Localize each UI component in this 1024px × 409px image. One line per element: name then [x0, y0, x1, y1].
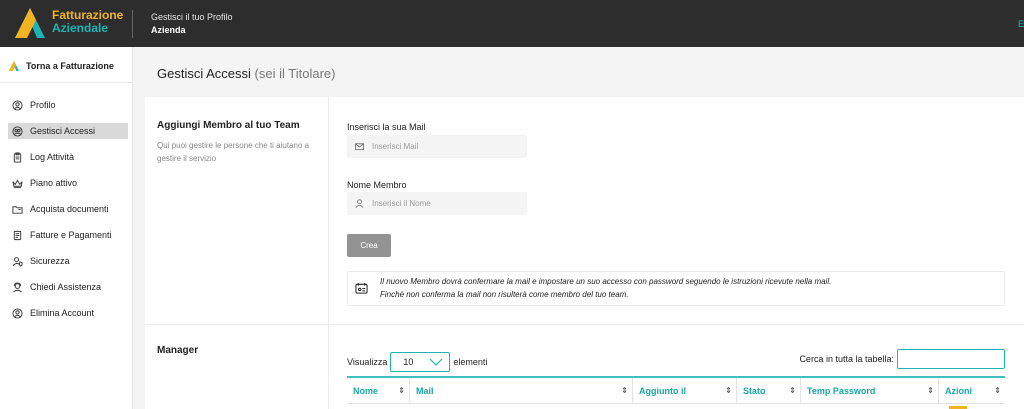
top-bar: Fatturazione Aziendale Gestisci il tuo P… — [0, 0, 1024, 47]
member-name-label: Nome Membro — [347, 180, 407, 190]
section-divider — [145, 324, 1024, 325]
column-header-temp-password[interactable]: Temp Password ⇕ — [801, 378, 939, 403]
sidebar-item-label: Fatture e Pagamenti — [30, 230, 112, 240]
sidebar-item-profilo[interactable]: Profilo — [8, 92, 128, 118]
sidebar-item-label: Sicurezza — [30, 256, 70, 266]
breadcrumb-current: Azienda — [151, 25, 186, 35]
sidebar-item-log-attivita[interactable]: Log Attività — [8, 144, 128, 170]
sidebar: Torna a Fatturazione Profilo Gestisci Ac… — [0, 47, 133, 409]
page-title-main: Gestisci Accessi — [157, 66, 251, 81]
brand-name[interactable]: Fatturazione Aziendale — [52, 9, 123, 35]
sidebar-item-label: Chiedi Assistenza — [30, 282, 102, 292]
info-card-icon — [355, 282, 368, 294]
column-label: Nome — [353, 385, 379, 396]
column-header-stato[interactable]: Stato ⇕ — [737, 378, 801, 403]
clipboard-icon — [13, 151, 22, 163]
column-label: Stato — [743, 385, 766, 396]
remove-user-icon — [12, 307, 23, 319]
create-member-button[interactable]: Crea — [347, 234, 391, 257]
column-header-aggiunto-il[interactable]: Aggiunto il ⇕ — [633, 378, 737, 403]
notice-line-2: Finchè non conferma la mail non risulter… — [380, 290, 629, 299]
chevron-down-icon — [429, 358, 443, 366]
crown-icon — [12, 178, 23, 188]
column-label: Temp Password — [807, 385, 876, 396]
header-divider — [132, 10, 133, 38]
member-name-field[interactable] — [347, 192, 527, 215]
table-row — [347, 403, 1005, 409]
column-label: Aggiunto il — [639, 385, 686, 396]
sidebar-item-fatture-pagamenti[interactable]: Fatture e Pagamenti — [8, 222, 128, 248]
add-member-description: Qui puoi gestire le persone che ti aiuta… — [157, 141, 310, 163]
column-header-mail[interactable]: Mail ⇕ — [410, 378, 633, 403]
sort-icon: ⇕ — [725, 386, 732, 395]
notice-line-1: Il nuovo Membro dovrà confermare la mail… — [380, 277, 832, 286]
page-size-control: Visualizza 10 elementi — [347, 352, 487, 372]
show-label: Visualizza — [347, 357, 388, 367]
shield-user-icon — [12, 256, 23, 267]
breadcrumb-parent: Gestisci il tuo Profilo — [151, 12, 233, 22]
sidebar-nav: Profilo Gestisci Accessi Log Attività Pi… — [8, 92, 128, 326]
sidebar-item-sicurezza[interactable]: Sicurezza — [8, 248, 128, 274]
column-header-azioni[interactable]: Azioni ⇕ — [939, 378, 1005, 403]
table-search: Cerca in tutta la tabella: — [799, 349, 1005, 369]
email-field[interactable] — [347, 135, 527, 158]
receipt-icon — [13, 230, 22, 240]
member-name-input[interactable] — [372, 199, 522, 208]
column-divider — [328, 97, 329, 409]
logo-icon — [15, 8, 45, 38]
sidebar-item-acquista-documenti[interactable]: Acquista documenti — [8, 196, 128, 222]
sidebar-item-label: Profilo — [30, 100, 56, 110]
sidebar-divider — [0, 82, 132, 83]
sort-icon: ⇕ — [927, 386, 934, 395]
sidebar-item-label: Log Attività — [30, 152, 75, 162]
folder-icon — [12, 205, 23, 214]
table-search-label: Cerca in tutta la tabella: — [799, 354, 894, 364]
page-title: Gestisci Accessi (sei il Titolare) — [157, 66, 335, 81]
sort-icon: ⇕ — [789, 386, 796, 395]
entries-label: elementi — [453, 357, 488, 367]
table-search-input[interactable] — [897, 349, 1005, 369]
column-header-nome[interactable]: Nome ⇕ — [347, 378, 410, 403]
sort-icon: ⇕ — [994, 386, 1001, 395]
email-input[interactable] — [372, 142, 522, 151]
column-label: Mail — [416, 385, 434, 396]
mail-icon — [355, 143, 364, 151]
page-size-select[interactable]: 10 — [390, 352, 451, 372]
app-logo-icon — [9, 61, 19, 71]
manager-title: Manager — [157, 345, 199, 356]
info-notice: Il nuovo Membro dovrà confermare la mail… — [347, 271, 1005, 306]
table-header: Nome ⇕ Mail ⇕ Aggiunto il ⇕ Stato ⇕ Temp Pas… — [347, 376, 1005, 403]
support-icon — [13, 281, 22, 292]
sidebar-item-gestisci-accessi[interactable]: Gestisci Accessi — [8, 123, 128, 139]
user-circle-icon — [12, 99, 23, 111]
sort-icon: ⇕ — [621, 386, 628, 395]
column-label: Azioni — [945, 385, 972, 396]
sidebar-item-elimina-account[interactable]: Elimina Account — [8, 300, 128, 326]
add-member-title: Aggiungi Membro al tuo Team — [157, 120, 300, 131]
sort-icon: ⇕ — [398, 386, 405, 395]
brand-line-2: Aziendale — [52, 21, 109, 35]
sidebar-item-label: Gestisci Accessi — [30, 126, 96, 136]
sidebar-item-piano-attivo[interactable]: Piano attivo — [8, 170, 128, 196]
user-icon — [355, 199, 364, 208]
sidebar-item-label: Acquista documenti — [30, 204, 109, 214]
back-to-billing-link[interactable]: Torna a Fatturazione — [8, 58, 114, 74]
header-edge-link[interactable]: E — [1018, 19, 1024, 29]
team-icon — [12, 125, 23, 137]
email-label: Inserisci la sua Mail — [347, 122, 426, 132]
access-card: Aggiungi Membro al tuo Team Qui puoi ges… — [145, 97, 1024, 409]
sidebar-item-chiedi-assistenza[interactable]: Chiedi Assistenza — [8, 274, 128, 300]
back-label: Torna a Fatturazione — [26, 61, 114, 71]
sidebar-item-label: Piano attivo — [30, 178, 78, 188]
page-size-value: 10 — [403, 357, 414, 367]
page-title-suffix: (sei il Titolare) — [254, 66, 336, 81]
sidebar-item-label: Elimina Account — [30, 308, 95, 318]
